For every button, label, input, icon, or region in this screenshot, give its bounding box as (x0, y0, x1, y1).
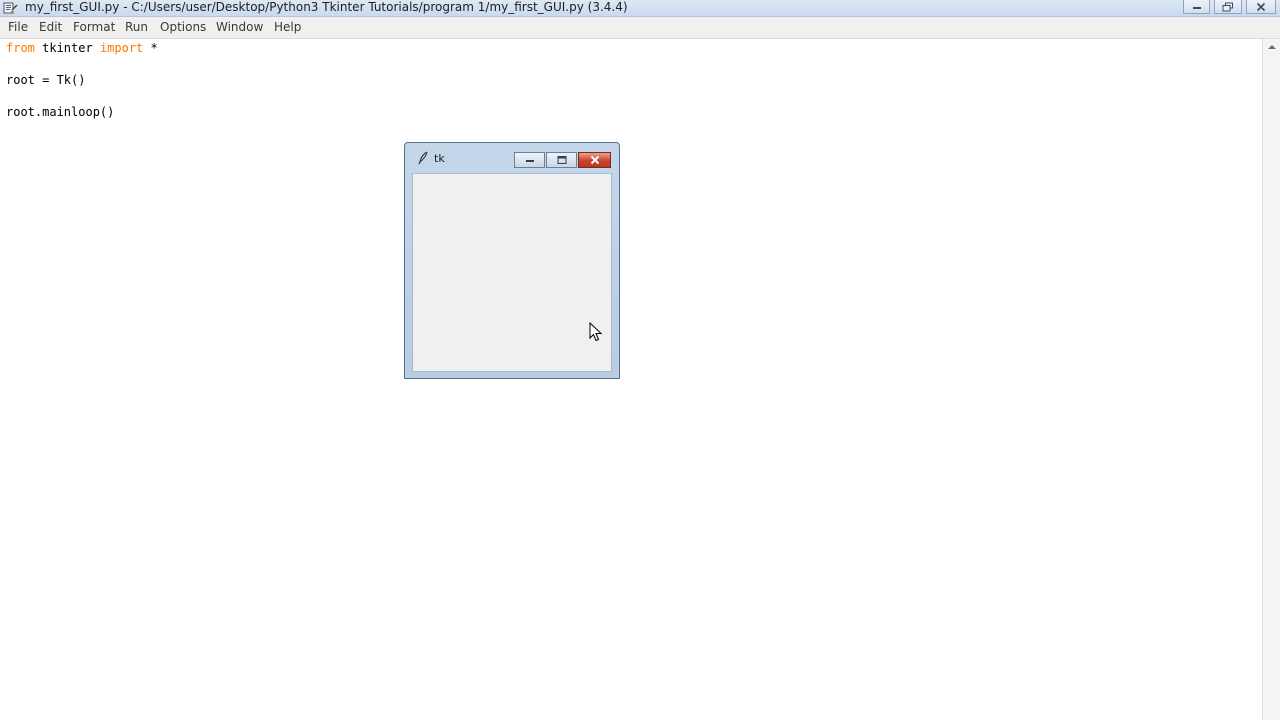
maximize-icon (557, 156, 566, 164)
tk-window-title: tk (434, 152, 445, 165)
minimize-icon (525, 160, 534, 162)
menu-window[interactable]: Window (216, 20, 263, 35)
code-line-1: from tkinter import * (6, 40, 158, 56)
menu-help[interactable]: Help (274, 20, 301, 35)
tk-minimize-button[interactable] (514, 152, 545, 168)
tk-close-button[interactable] (578, 152, 611, 168)
window-title: my_first_GUI.py - C:/Users/user/Desktop/… (25, 0, 628, 14)
close-icon (1256, 2, 1266, 11)
menu-bar: File Edit Format Run Options Window Help (0, 17, 1280, 39)
import-star: * (143, 41, 158, 55)
feather-icon (418, 151, 428, 165)
close-button[interactable] (1246, 0, 1276, 14)
keyword-import: import (99, 41, 144, 55)
minimize-icon (1192, 6, 1201, 9)
module-name: tkinter (34, 41, 100, 55)
tk-maximize-button[interactable] (546, 152, 577, 168)
window-titlebar: my_first_GUI.py - C:/Users/user/Desktop/… (0, 0, 1280, 17)
tk-client-area[interactable] (412, 173, 612, 372)
code-line-5: root.mainloop() (6, 105, 115, 119)
minimize-button[interactable] (1183, 0, 1210, 14)
menu-edit[interactable]: Edit (39, 20, 62, 35)
mouse-cursor-icon (589, 322, 603, 342)
menu-run[interactable]: Run (125, 20, 148, 35)
restore-button[interactable] (1214, 0, 1242, 14)
scroll-up-arrow-icon[interactable] (1264, 39, 1280, 55)
menu-file[interactable]: File (8, 20, 28, 35)
python-idle-icon (3, 2, 18, 14)
menu-format[interactable]: Format (73, 20, 115, 35)
vertical-scrollbar[interactable] (1262, 39, 1280, 720)
menu-options[interactable]: Options (160, 20, 206, 35)
keyword-from: from (6, 41, 35, 55)
code-line-3: root = Tk() (6, 73, 86, 87)
tk-window[interactable]: tk (404, 142, 620, 379)
code-editor[interactable]: from tkinter import * root = Tk() root.m… (0, 39, 1262, 720)
close-icon (590, 155, 599, 165)
restore-icon (1222, 2, 1233, 11)
